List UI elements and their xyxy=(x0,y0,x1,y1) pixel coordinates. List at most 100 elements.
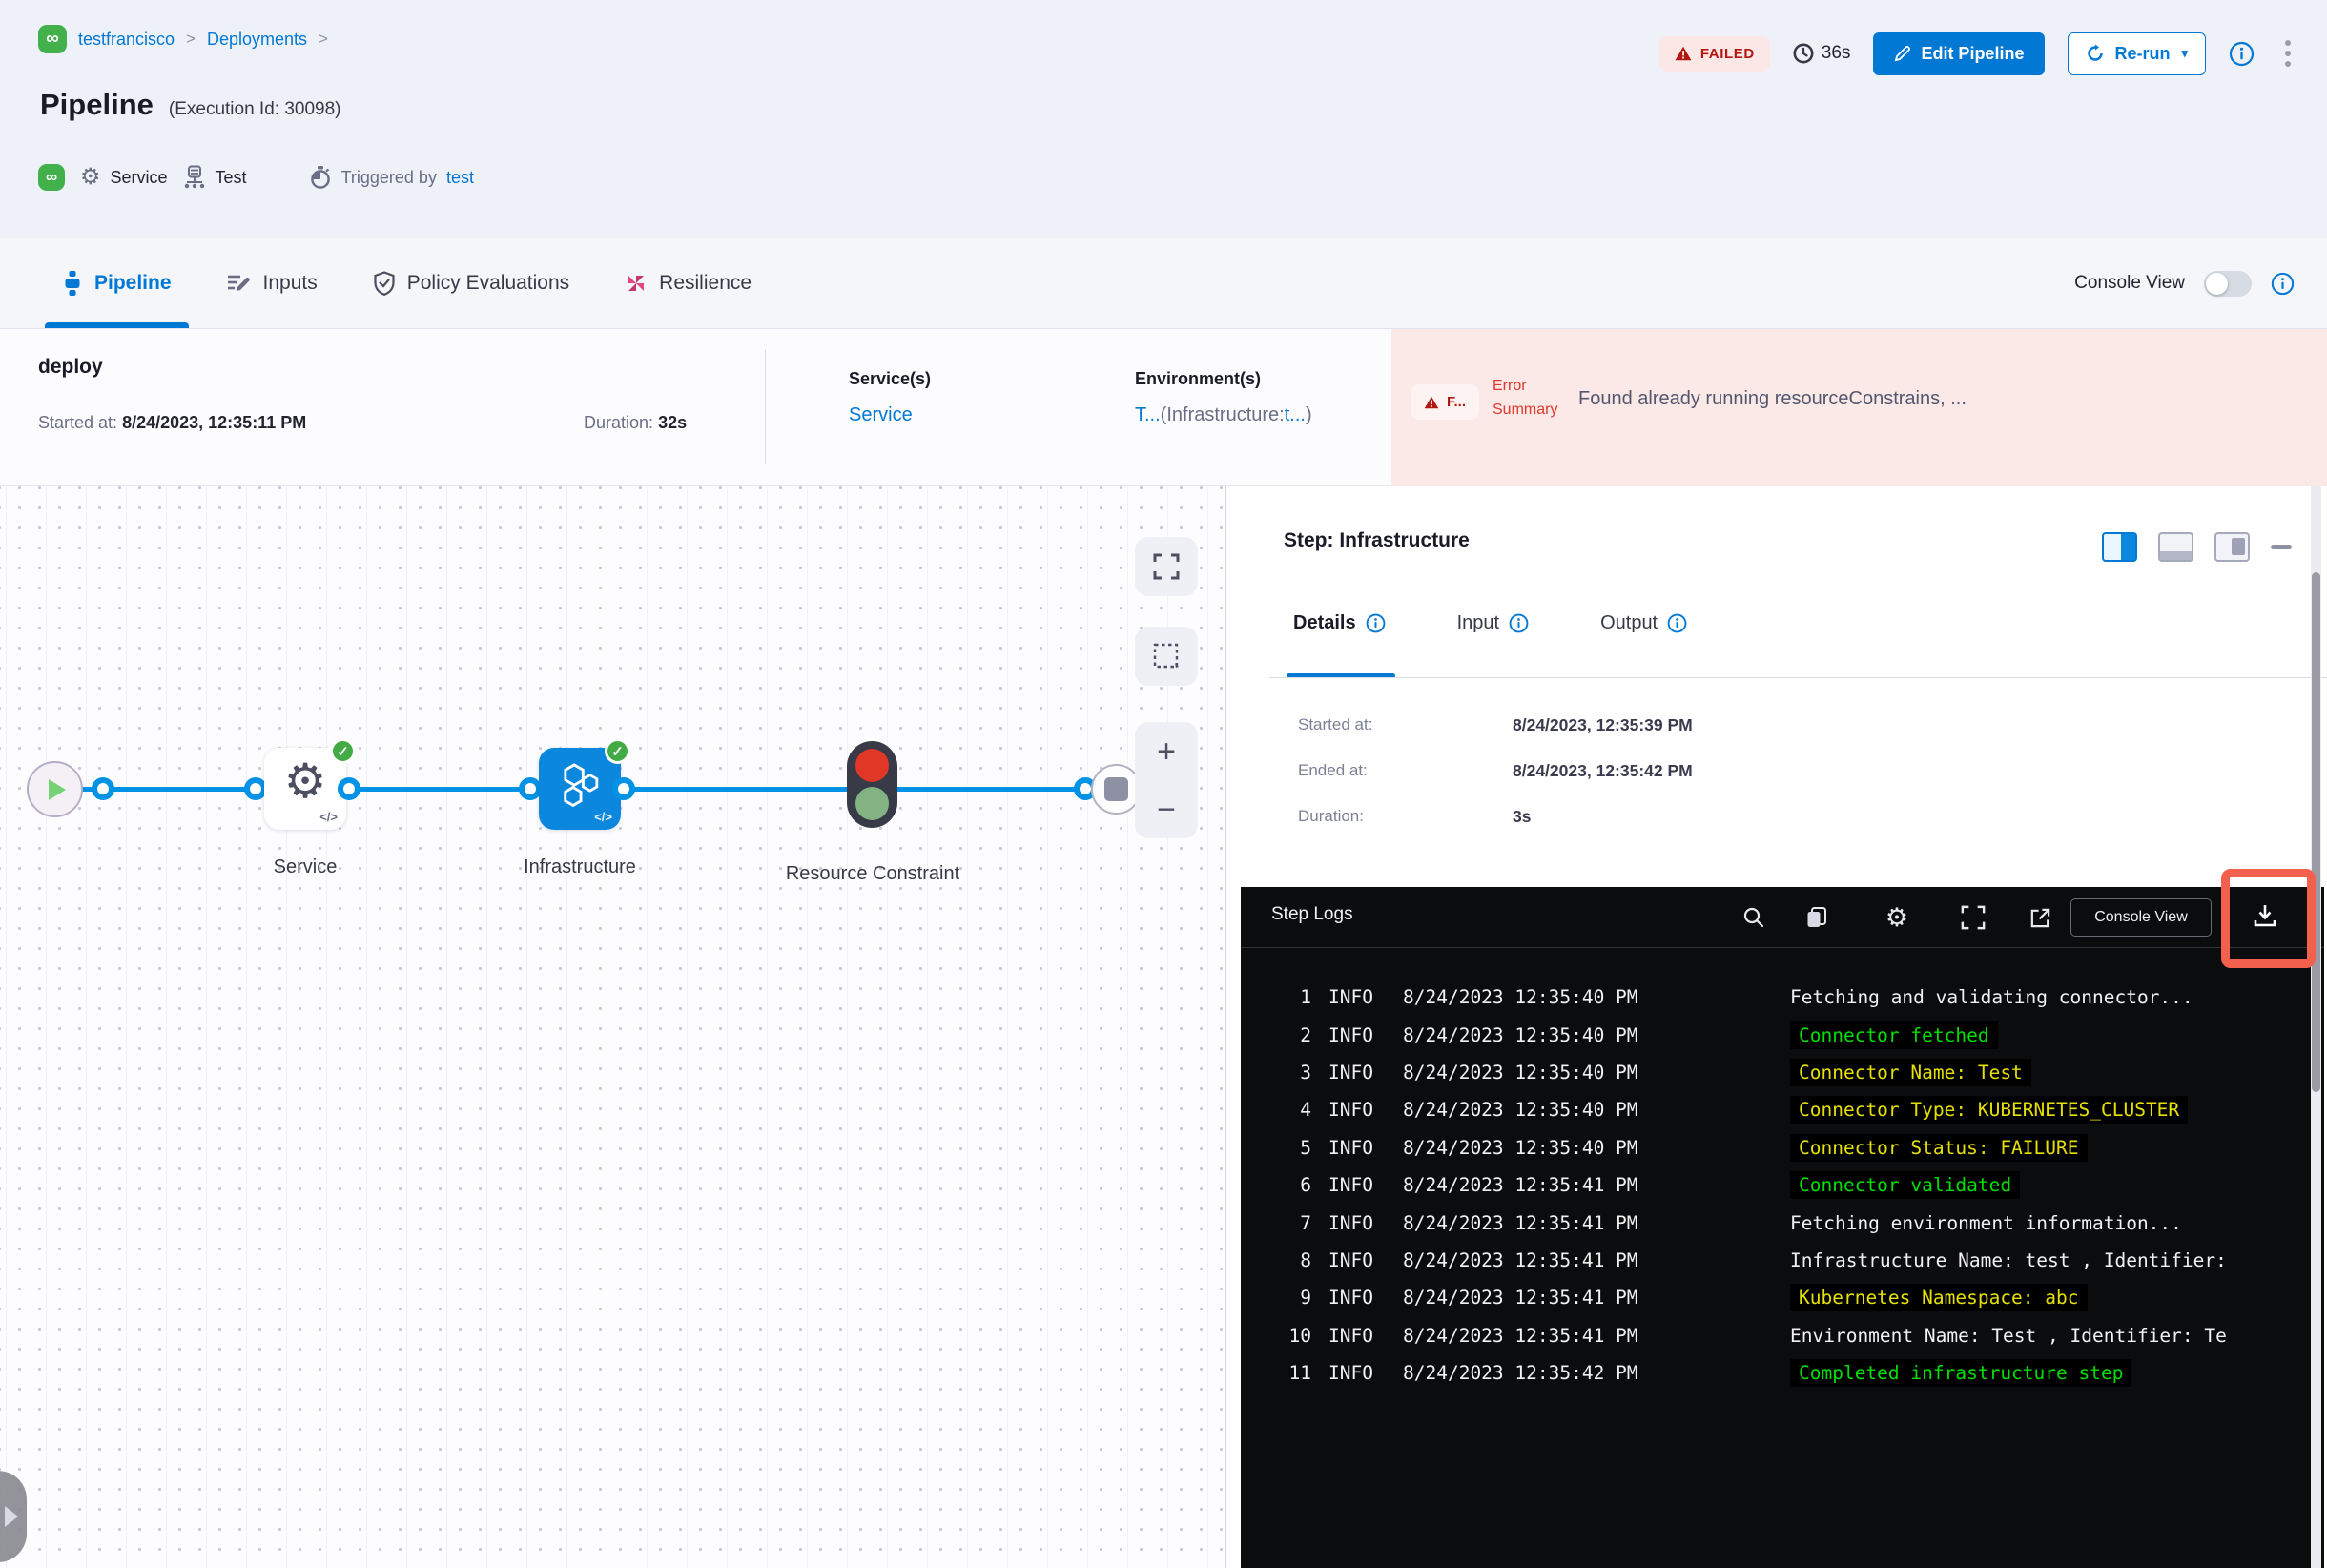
step-panel-title: Step: Infrastructure xyxy=(1284,529,1470,551)
status-badge-label: FAILED xyxy=(1699,45,1755,62)
clock-icon xyxy=(1793,43,1814,64)
zoom-out-button[interactable]: − xyxy=(1157,794,1176,826)
error-summary-label: Error Summary xyxy=(1493,378,1558,418)
pencil-icon xyxy=(1895,46,1911,62)
step-logs-header: Step Logs ⚙ Console View xyxy=(1241,887,2324,948)
console-view-toggle[interactable] xyxy=(2204,270,2252,297)
tab-details[interactable]: Details xyxy=(1293,612,1386,634)
rerun-label: Re-run xyxy=(2114,43,2171,63)
tab-resilience[interactable]: Resilience xyxy=(625,238,752,328)
divider xyxy=(1269,677,2327,678)
panel-layout-controls xyxy=(2102,532,2292,562)
panel-scrollbar xyxy=(2311,486,2321,1568)
info-icon xyxy=(1667,613,1687,633)
shield-check-icon xyxy=(374,271,395,296)
left-panel-expander[interactable] xyxy=(0,1471,27,1562)
node-resource-constraint[interactable] xyxy=(847,741,897,828)
node-infrastructure[interactable]: </> ✓ xyxy=(539,738,630,830)
header-actions: FAILED 36s Edit Pipeline Re-run ▾ xyxy=(1658,27,2298,80)
floating-view-icon[interactable] xyxy=(2214,532,2250,562)
more-options-icon[interactable] xyxy=(2277,36,2298,71)
node-label-resource-constraint: Resource Constraint xyxy=(785,863,960,884)
tab-pipeline-label: Pipeline xyxy=(94,272,172,294)
breadcrumb-project-link[interactable]: testfrancisco xyxy=(78,30,175,50)
edge-port xyxy=(338,777,360,800)
stopwatch-icon xyxy=(310,166,330,189)
download-logs-icon[interactable] xyxy=(2250,900,2280,931)
title-row: Pipeline (Execution Id: 30098) xyxy=(40,88,341,122)
log-line: 3 INFO 8/24/2023 12:35:40 PM Connector Name… xyxy=(1241,1054,2324,1091)
log-line: 6 INFO 8/24/2023 12:35:41 PM Connector vali… xyxy=(1241,1166,2324,1204)
expand-logs-icon[interactable] xyxy=(1958,902,1988,933)
chevron-right-icon: > xyxy=(186,30,196,48)
inputs-icon xyxy=(227,275,250,291)
info-icon[interactable] xyxy=(2229,41,2255,67)
environment-link[interactable]: T...(Infrastructure:t...) xyxy=(1135,404,1312,426)
tab-inputs-label: Inputs xyxy=(262,272,318,294)
rerun-button[interactable]: Re-run ▾ xyxy=(2068,31,2206,75)
copy-logs-icon[interactable] xyxy=(1802,902,1832,933)
tab-output[interactable]: Output xyxy=(1600,612,1687,634)
elapsed-time: 36s xyxy=(1793,43,1850,64)
breadcrumb-deployments-link[interactable]: Deployments xyxy=(207,30,307,50)
refresh-icon xyxy=(2088,44,2104,61)
split-view-icon[interactable] xyxy=(2102,532,2137,562)
failed-badge-label: F... xyxy=(1447,394,1467,410)
log-line: 9 INFO 8/24/2023 12:35:41 PM Kubernetes Nam… xyxy=(1241,1279,2324,1316)
triggered-by-user-link[interactable]: test xyxy=(446,168,474,188)
node-label-infrastructure: Infrastructure xyxy=(524,856,636,877)
tab-input-label: Input xyxy=(1456,612,1500,633)
warning-triangle-icon xyxy=(1424,396,1439,408)
log-line: 11 INFO 8/24/2023 12:35:42 PM Completed inf… xyxy=(1241,1354,2324,1392)
service-link[interactable]: Service xyxy=(849,404,931,426)
log-settings-icon[interactable]: ⚙ xyxy=(1882,902,1912,933)
minimize-panel-icon[interactable] xyxy=(2271,545,2292,549)
caret-down-icon: ▾ xyxy=(2181,46,2188,60)
console-view-control: Console View xyxy=(2074,238,2295,328)
error-summary-message: Found already running resourceConstrains… xyxy=(1578,388,1967,409)
pipeline-start-node[interactable] xyxy=(27,761,83,817)
node-service[interactable]: ⚙ </> ✓ xyxy=(264,738,356,830)
tab-resilience-label: Resilience xyxy=(659,272,752,294)
info-icon[interactable] xyxy=(2271,272,2295,296)
success-check-icon: ✓ xyxy=(330,738,356,764)
canvas-fullscreen-button[interactable] xyxy=(1135,537,1198,596)
stage-duration: Duration: 32s xyxy=(584,413,688,432)
environment-tag[interactable]: Test xyxy=(183,165,247,190)
scrollbar-thumb[interactable] xyxy=(2312,572,2320,1092)
pipeline-graph-canvas[interactable]: ⚙ </> ✓ Service </> ✓ Infrastructure Res… xyxy=(0,486,1225,1568)
edit-pipeline-button[interactable]: Edit Pipeline xyxy=(1873,31,2046,75)
service-tag-label: Service xyxy=(110,167,168,187)
play-icon xyxy=(49,778,66,800)
log-lines[interactable]: 1 INFO 8/24/2023 12:35:40 PM Fetching and v… xyxy=(1241,979,2324,1568)
tab-pipeline[interactable]: Pipeline xyxy=(45,238,188,328)
console-view-button[interactable]: Console View xyxy=(2070,898,2212,937)
execution-tabs: Pipeline Inputs Policy Evaluations Resil… xyxy=(0,238,2327,329)
tab-policy-label: Policy Evaluations xyxy=(406,272,570,294)
expand-arrow-icon xyxy=(5,1506,18,1527)
detail-duration: Duration: 3s xyxy=(1298,807,1532,826)
step-logs-title: Step Logs xyxy=(1271,904,1353,924)
tab-policy-evaluations[interactable]: Policy Evaluations xyxy=(373,238,569,328)
step-tabs: Details Input Output xyxy=(1293,612,1687,634)
open-in-new-tab-icon[interactable] xyxy=(2025,902,2055,933)
bottom-view-icon[interactable] xyxy=(2158,532,2193,562)
detail-started: Started at: 8/24/2023, 12:35:39 PM xyxy=(1298,715,1693,734)
canvas-select-button[interactable] xyxy=(1135,627,1198,686)
zoom-in-button[interactable]: + xyxy=(1157,735,1176,768)
gear-icon: ⚙ xyxy=(283,754,327,808)
pipeline-icon xyxy=(65,271,80,296)
pipeline-execution-page: ∞ testfrancisco > Deployments > Pipeline… xyxy=(0,0,2327,1568)
marquee-select-icon xyxy=(1153,643,1179,669)
tab-inputs[interactable]: Inputs xyxy=(227,238,318,328)
search-logs-icon[interactable] xyxy=(1739,902,1769,933)
log-line: 8 INFO 8/24/2023 12:35:41 PM Infrastructure… xyxy=(1300,1248,2227,1271)
resilience-icon xyxy=(628,276,645,291)
info-icon xyxy=(1366,613,1385,633)
tab-input[interactable]: Input xyxy=(1457,612,1529,634)
triggered-by-label: Triggered by xyxy=(340,167,437,187)
environment-tag-label: Test xyxy=(215,167,247,187)
execution-id: (Execution Id: 30098) xyxy=(168,99,341,119)
service-tag[interactable]: ⚙ Service xyxy=(80,166,168,189)
stage-summary-bar: deploy Started at: 8/24/2023, 12:35:11 P… xyxy=(0,329,2327,486)
